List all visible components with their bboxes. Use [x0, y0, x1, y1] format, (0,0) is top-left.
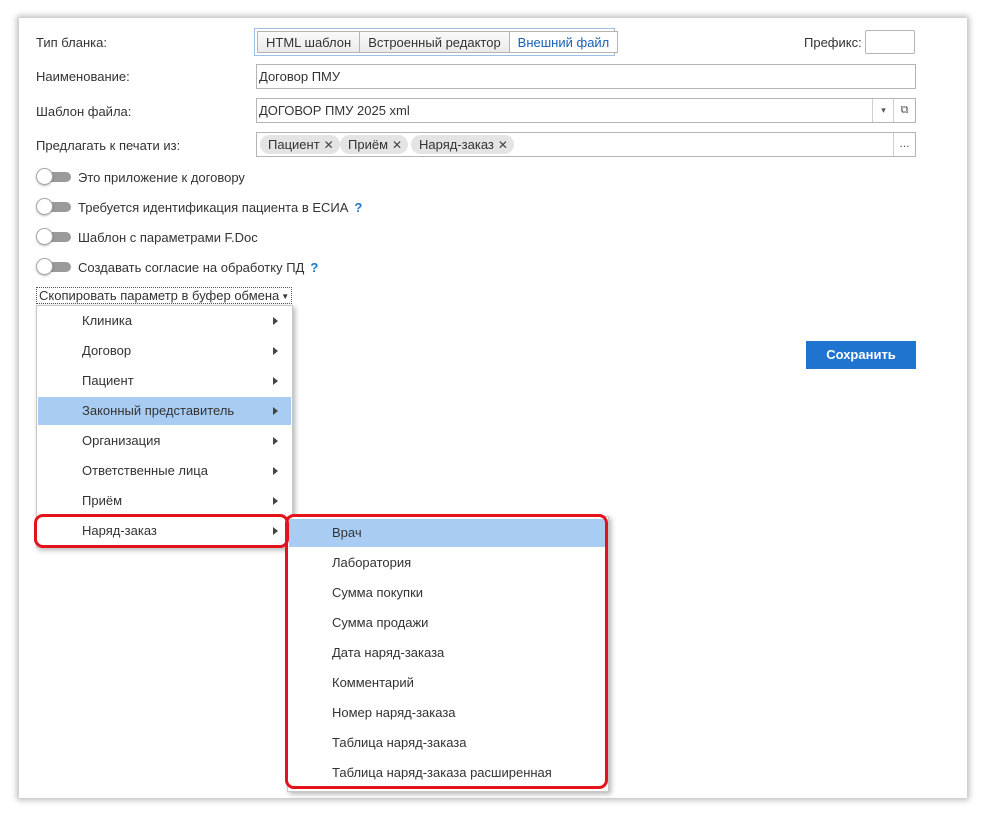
submenu-item-purchase-sum[interactable]: Сумма покупки	[289, 579, 607, 607]
blank-type-label: Тип бланка:	[36, 35, 107, 50]
tag-label: Наряд-заказ	[419, 137, 494, 152]
template-input[interactable]: ДОГОВОР ПМУ 2025 xml ▾ ⧉	[256, 98, 916, 123]
chevron-right-icon	[273, 497, 278, 505]
name-input[interactable]: Договор ПМУ	[256, 64, 916, 89]
blank-type-selector: HTML шаблон Встроенный редактор Внешний …	[254, 28, 619, 56]
param-menu: Клиника Договор Пациент Законный предста…	[36, 305, 293, 548]
chevron-right-icon	[273, 527, 278, 535]
print-from-label: Предлагать к печати из:	[36, 138, 181, 153]
tag-reception: Приём ✕	[340, 135, 409, 154]
chevron-right-icon	[273, 407, 278, 415]
menu-item-reception[interactable]: Приём	[38, 487, 291, 515]
open-window-icon[interactable]: ⧉	[893, 99, 915, 122]
submenu-item-order-date[interactable]: Дата наряд-заказа	[289, 639, 607, 667]
menu-item-legal-representative[interactable]: Законный представитель	[38, 397, 291, 425]
help-icon[interactable]: ?	[310, 260, 318, 275]
tag-work-order: Наряд-заказ ✕	[411, 135, 514, 154]
submenu-item-comment[interactable]: Комментарий	[289, 669, 607, 697]
close-icon[interactable]: ✕	[324, 138, 334, 152]
menu-item-clinic[interactable]: Клиника	[38, 307, 291, 335]
toggle-pd-consent[interactable]	[36, 258, 72, 275]
toggle-fdoc-params[interactable]	[36, 228, 72, 245]
work-order-submenu: Врач Лаборатория Сумма покупки Сумма про…	[287, 516, 609, 792]
menu-item-patient[interactable]: Пациент	[38, 367, 291, 395]
submenu-item-order-table-extended[interactable]: Таблица наряд-заказа расширенная	[289, 759, 607, 787]
menu-item-contract[interactable]: Договор	[38, 337, 291, 365]
close-icon[interactable]: ✕	[392, 138, 402, 152]
toggle-contract-appendix[interactable]	[36, 168, 72, 185]
chevron-down-icon: ▼	[281, 292, 290, 301]
submenu-item-laboratory[interactable]: Лаборатория	[289, 549, 607, 577]
name-label: Наименование:	[36, 69, 130, 84]
close-icon[interactable]: ✕	[498, 138, 508, 152]
chevron-right-icon	[273, 347, 278, 355]
template-value: ДОГОВОР ПМУ 2025 xml	[259, 103, 410, 118]
menu-item-organization[interactable]: Организация	[38, 427, 291, 455]
prefix-input[interactable]	[865, 30, 915, 54]
submenu-item-order-table[interactable]: Таблица наряд-заказа	[289, 729, 607, 757]
more-button[interactable]: ...	[893, 133, 915, 156]
help-icon[interactable]: ?	[354, 200, 362, 215]
toggle-pd-consent-label: Создавать согласие на обработку ПД?	[78, 260, 319, 275]
save-button[interactable]: Сохранить	[806, 341, 916, 369]
prefix-label: Префикс:	[804, 35, 862, 50]
blank-type-external-button[interactable]: Внешний файл	[509, 31, 619, 53]
print-from-input[interactable]: Пациент ✕ Приём ✕ Наряд-заказ ✕ ...	[256, 132, 916, 157]
chevron-right-icon	[273, 467, 278, 475]
name-value: Договор ПМУ	[259, 69, 341, 84]
submenu-item-order-number[interactable]: Номер наряд-заказа	[289, 699, 607, 727]
copy-param-dropdown[interactable]: Скопировать параметр в буфер обмена ▼	[36, 287, 293, 304]
submenu-item-sale-sum[interactable]: Сумма продажи	[289, 609, 607, 637]
copy-param-label: Скопировать параметр в буфер обмена	[39, 288, 280, 303]
chevron-right-icon	[273, 377, 278, 385]
menu-item-work-order[interactable]: Наряд-заказ	[38, 517, 291, 545]
chevron-right-icon	[273, 437, 278, 445]
tag-label: Пациент	[268, 137, 320, 152]
menu-item-responsible-persons[interactable]: Ответственные лица	[38, 457, 291, 485]
toggle-fdoc-params-label: Шаблон с параметрами F.Doc	[78, 230, 258, 245]
blank-type-html-button[interactable]: HTML шаблон	[257, 31, 361, 53]
tag-label: Приём	[348, 137, 389, 152]
tag-patient: Пациент ✕	[260, 135, 340, 154]
blank-type-editor-button[interactable]: Встроенный редактор	[360, 31, 510, 53]
toggle-contract-appendix-label: Это приложение к договору	[78, 170, 245, 185]
template-label: Шаблон файла:	[36, 104, 132, 119]
template-dropdown-button[interactable]: ▾	[872, 99, 894, 122]
toggle-esia-identification-label: Требуется идентификация пациента в ЕСИА?	[78, 200, 363, 215]
chevron-right-icon	[273, 317, 278, 325]
submenu-item-doctor[interactable]: Врач	[289, 519, 607, 547]
toggle-esia-identification[interactable]	[36, 198, 72, 215]
